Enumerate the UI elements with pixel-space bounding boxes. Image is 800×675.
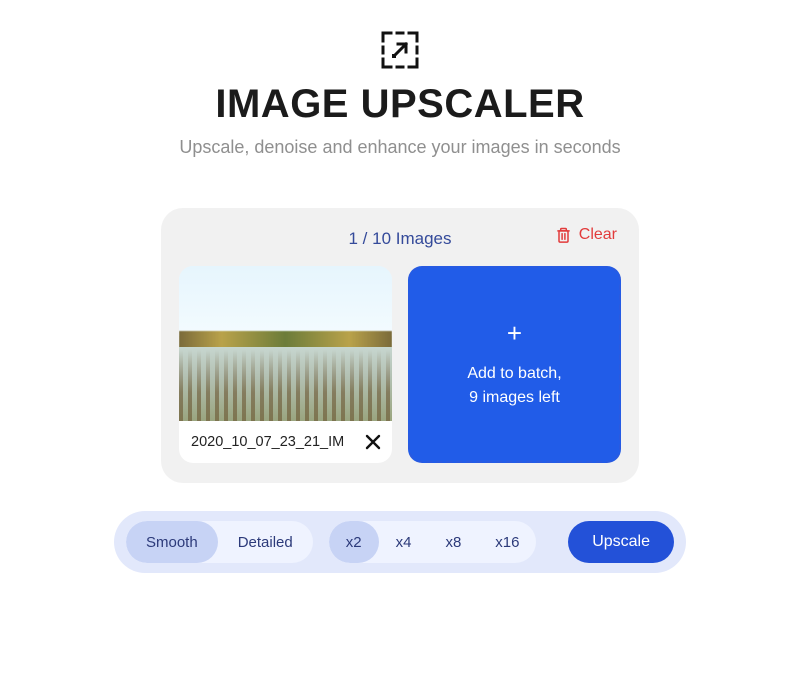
thumbnail-footer: 2020_10_07_23_21_IM xyxy=(179,421,392,463)
remove-image-button[interactable] xyxy=(362,431,384,453)
upscale-button[interactable]: Upscale xyxy=(568,521,674,563)
thumbnail-preview xyxy=(179,266,392,421)
add-to-batch-dropzone[interactable]: + Add to batch, 9 images left xyxy=(408,266,621,463)
page-title: IMAGE UPSCALER xyxy=(215,82,584,127)
clear-button[interactable]: Clear xyxy=(556,226,617,244)
thumbnail-filename: 2020_10_07_23_21_IM xyxy=(191,434,356,450)
controls-toolbar: SmoothDetailed x2x4x8x16 Upscale xyxy=(114,511,686,573)
image-counter: 1 / 10 Images xyxy=(348,229,451,249)
clear-label: Clear xyxy=(579,226,617,244)
scale-option-x2[interactable]: x2 xyxy=(329,521,379,563)
page-subtitle: Upscale, denoise and enhance your images… xyxy=(179,137,620,158)
scale-segment: x2x4x8x16 xyxy=(329,521,537,563)
upscale-logo-icon xyxy=(379,29,421,71)
dropzone-line2: 9 images left xyxy=(469,389,560,406)
image-thumbnail[interactable]: 2020_10_07_23_21_IM xyxy=(179,266,392,463)
close-icon xyxy=(365,434,381,450)
mode-segment: SmoothDetailed xyxy=(126,521,313,563)
scale-option-x4[interactable]: x4 xyxy=(379,521,429,563)
batch-panel: 1 / 10 Images Clear 2020_10_07_23_21_IM xyxy=(161,208,639,483)
mode-option-detailed[interactable]: Detailed xyxy=(218,521,313,563)
trash-icon xyxy=(556,227,571,244)
scale-option-x8[interactable]: x8 xyxy=(428,521,478,563)
panel-header: 1 / 10 Images Clear xyxy=(179,226,621,252)
dropzone-line1: Add to batch, xyxy=(467,365,561,382)
dropzone-text: Add to batch, 9 images left xyxy=(467,362,561,408)
app-logo xyxy=(378,28,422,72)
scale-option-x16[interactable]: x16 xyxy=(478,521,536,563)
plus-icon: + xyxy=(507,320,522,346)
mode-option-smooth[interactable]: Smooth xyxy=(126,521,218,563)
batch-row: 2020_10_07_23_21_IM + Add to batch, 9 im… xyxy=(179,266,621,463)
